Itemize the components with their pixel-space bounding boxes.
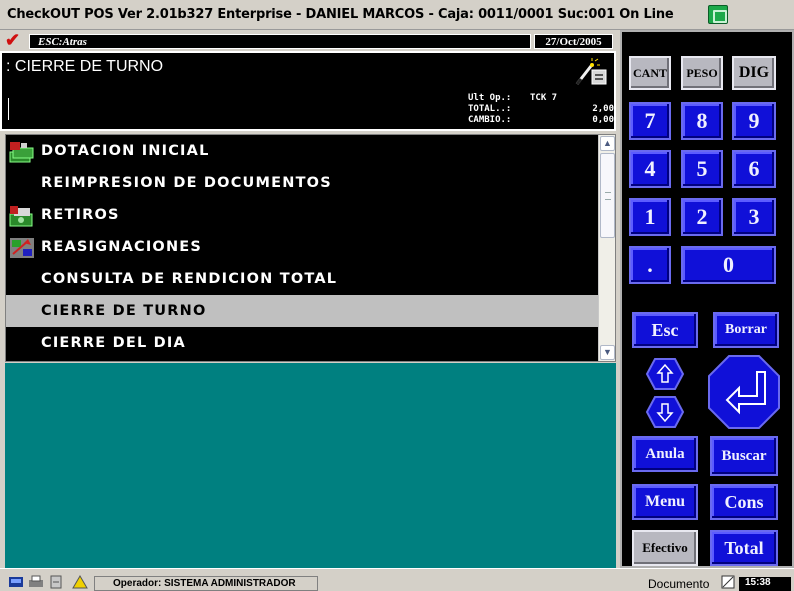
document-label: Documento bbox=[648, 577, 710, 591]
info-value: TCK 7 bbox=[530, 93, 558, 103]
info-label: Ult Op.: bbox=[468, 93, 512, 103]
window-title: CheckOUT POS Ver 2.01b327 Enterprise - D… bbox=[7, 7, 674, 22]
key-9[interactable]: 9 bbox=[732, 102, 776, 140]
menu-item-cierre-dia[interactable]: CIERRE DEL DIA bbox=[6, 327, 598, 359]
menu-item-label: REASIGNACIONES bbox=[41, 239, 203, 255]
arrow-up-icon[interactable] bbox=[645, 357, 685, 391]
menu-item-label: REIMPRESION DE DOCUMENTOS bbox=[41, 175, 332, 191]
menu-item-label: CIERRE DEL DIA bbox=[41, 335, 186, 351]
status-bar: Operador: SISTEMA ADMINISTRADOR Document… bbox=[0, 568, 794, 591]
key-dot[interactable]: . bbox=[629, 246, 671, 284]
efectivo-button[interactable]: Efectivo bbox=[632, 530, 698, 566]
drawer-icon bbox=[50, 575, 62, 589]
magic-wand-printer-icon bbox=[575, 58, 607, 85]
green-terminal-icon[interactable] bbox=[708, 5, 728, 24]
key-8[interactable]: 8 bbox=[681, 102, 723, 140]
checkmark-icon: ✔ bbox=[5, 30, 21, 50]
info-label: CAMBIO.: bbox=[468, 115, 512, 125]
key-0[interactable]: 0 bbox=[681, 246, 776, 284]
warning-icon bbox=[72, 575, 88, 589]
screen-title: : CIERRE DE TURNO bbox=[6, 58, 164, 75]
dig-button[interactable]: DIG bbox=[732, 56, 776, 90]
cash-withdraw-icon bbox=[9, 206, 33, 227]
key-6[interactable]: 6 bbox=[732, 150, 776, 188]
menu-item-label: CONSULTA DE RENDICION TOTAL bbox=[41, 271, 338, 287]
scroll-thumb[interactable] bbox=[600, 153, 615, 238]
transaction-header: : CIERRE DE TURNO Ult Op.: TCK 7 TOTAL..… bbox=[0, 51, 616, 131]
operator-field: Operador: SISTEMA ADMINISTRADOR bbox=[94, 576, 318, 591]
keypad-panel: CANT PESO DIG 7 8 9 4 5 6 1 2 3 . 0 Esc … bbox=[620, 30, 794, 568]
cons-button[interactable]: Cons bbox=[710, 484, 778, 520]
menu-item-label: RETIROS bbox=[41, 207, 120, 223]
menu-item-retiros[interactable]: RETIROS bbox=[6, 199, 598, 231]
key-5[interactable]: 5 bbox=[681, 150, 723, 188]
menu-item-consulta-rendicion[interactable]: CONSULTA DE RENDICION TOTAL bbox=[6, 263, 598, 295]
scroll-up-icon[interactable]: ▲ bbox=[600, 136, 615, 151]
menu-item-dotacion-inicial[interactable]: DOTACION INICIAL bbox=[6, 135, 598, 167]
arrow-down-icon[interactable] bbox=[645, 395, 685, 429]
total-button[interactable]: Total bbox=[710, 530, 778, 566]
operator-label: Operador: SISTEMA ADMINISTRADOR bbox=[113, 578, 296, 589]
last-operation-info: Ult Op.: TCK 7 TOTAL..: 2,00 CAMBIO.: 0,… bbox=[468, 93, 614, 126]
scroll-down-icon[interactable]: ▼ bbox=[600, 345, 615, 360]
menu-item-reimpresion[interactable]: REIMPRESION DE DOCUMENTOS bbox=[6, 167, 598, 199]
workspace-area bbox=[5, 363, 616, 568]
document-icon bbox=[721, 575, 735, 589]
info-value: 0,00 bbox=[592, 115, 614, 125]
key-4[interactable]: 4 bbox=[629, 150, 671, 188]
printer-icon bbox=[29, 575, 43, 587]
anula-button[interactable]: Anula bbox=[632, 436, 698, 472]
clock: 15:38 bbox=[739, 577, 791, 591]
total-row: TOTAL..: 2,00 bbox=[468, 104, 614, 115]
change-row: CAMBIO.: 0,00 bbox=[468, 115, 614, 126]
buscar-button[interactable]: Buscar bbox=[710, 436, 778, 476]
key-2[interactable]: 2 bbox=[681, 198, 723, 236]
menu-item-label: CIERRE DE TURNO bbox=[41, 303, 207, 319]
money-stack-icon bbox=[9, 142, 34, 163]
info-value: 2,00 bbox=[592, 104, 614, 114]
info-label: TOTAL..: bbox=[468, 104, 512, 114]
network-icon bbox=[9, 577, 23, 587]
menu-button[interactable]: Menu bbox=[632, 484, 698, 520]
cant-button[interactable]: CANT bbox=[629, 56, 671, 90]
menu-item-cierre-turno[interactable]: CIERRE DE TURNO bbox=[6, 295, 598, 327]
enter-key-icon[interactable] bbox=[707, 354, 781, 430]
reassign-icon bbox=[10, 238, 34, 258]
title-bar: CheckOUT POS Ver 2.01b327 Enterprise - D… bbox=[0, 0, 794, 30]
esc-back-label[interactable]: ESC:Atras bbox=[29, 34, 531, 49]
key-7[interactable]: 7 bbox=[629, 102, 671, 140]
menu-list: DOTACION INICIAL REIMPRESION DE DOCUMENT… bbox=[5, 134, 616, 362]
input-cursor[interactable] bbox=[8, 98, 9, 120]
peso-button[interactable]: PESO bbox=[681, 56, 723, 90]
menu-scrollbar[interactable]: ▲ ▼ bbox=[598, 135, 615, 361]
last-op-row: Ult Op.: TCK 7 bbox=[468, 93, 614, 104]
menu-item-label: DOTACION INICIAL bbox=[41, 143, 210, 159]
menu-item-reasignaciones[interactable]: REASIGNACIONES bbox=[6, 231, 598, 263]
main-panel: ✔ ESC:Atras 27/Oct/2005 : CIERRE DE TURN… bbox=[0, 30, 620, 568]
nav-bar: ✔ ESC:Atras 27/Oct/2005 bbox=[5, 30, 613, 50]
esc-button[interactable]: Esc bbox=[632, 312, 698, 348]
borrar-button[interactable]: Borrar bbox=[713, 312, 779, 348]
date-display: 27/Oct/2005 bbox=[534, 34, 613, 49]
key-1[interactable]: 1 bbox=[629, 198, 671, 236]
key-3[interactable]: 3 bbox=[732, 198, 776, 236]
